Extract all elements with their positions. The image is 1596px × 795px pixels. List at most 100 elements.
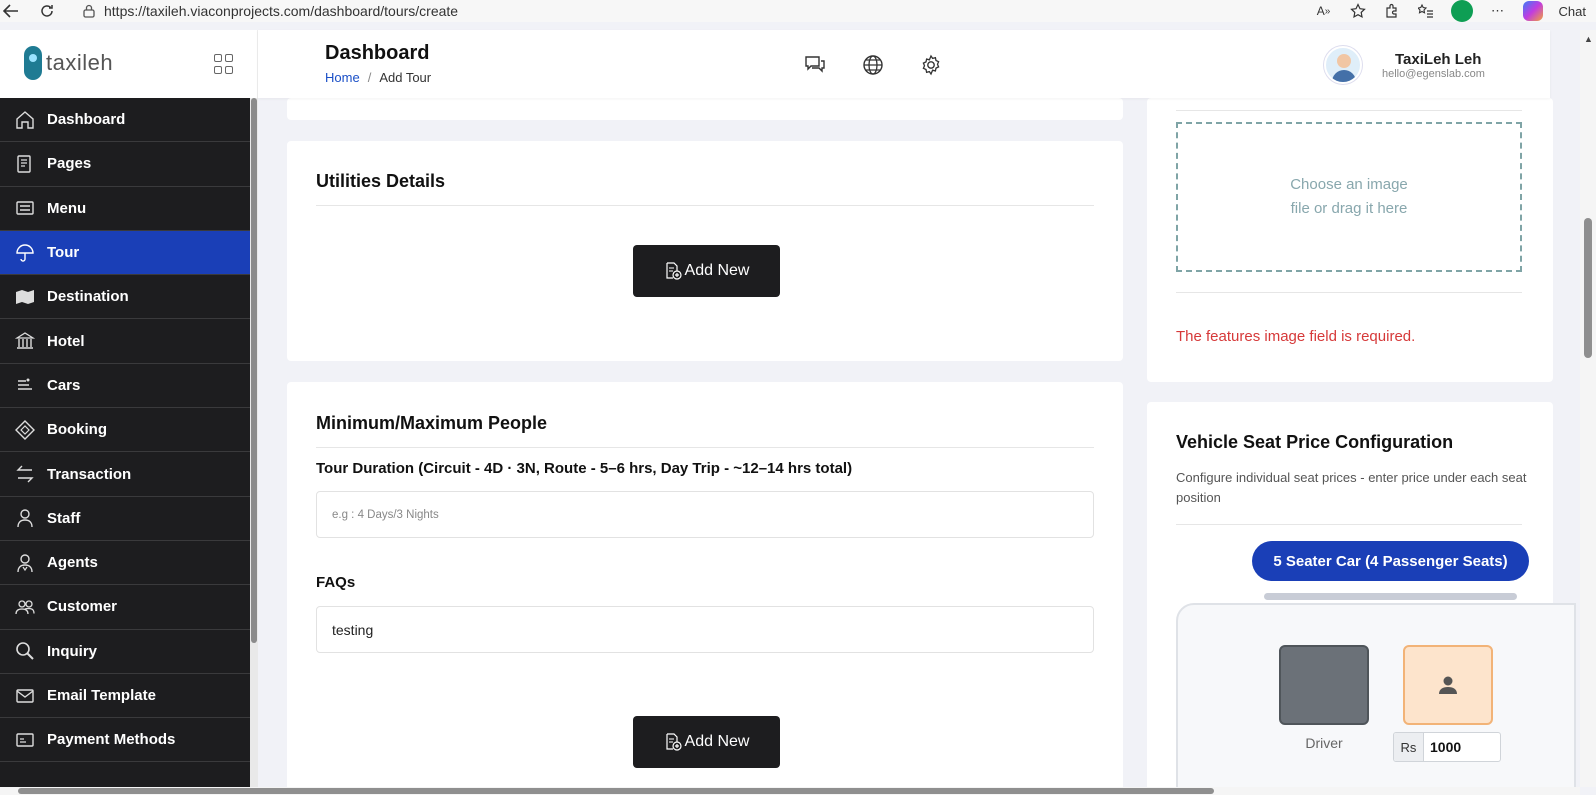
logo-text: taxileh (46, 50, 114, 75)
page-vertical-scrollbar[interactable]: ▲ (1580, 30, 1596, 787)
person-icon (1439, 676, 1457, 694)
read-aloud-icon[interactable]: A» (1315, 2, 1333, 20)
car-type-scrollbar[interactable] (1264, 593, 1517, 600)
breadcrumb-current: Add Tour (379, 70, 432, 85)
search-icon (14, 640, 36, 662)
breadcrumb-home-link[interactable]: Home (325, 70, 360, 85)
price-prefix: Rs (1394, 733, 1424, 761)
page-horizontal-scrollbar[interactable] (0, 787, 1580, 795)
booking-icon (14, 419, 36, 441)
sidebar-item-label: Payment Methods (47, 731, 176, 749)
umbrella-icon (14, 242, 36, 264)
tour-duration-label: Tour Duration (Circuit - 4D · 3N, Route … (316, 460, 853, 477)
pages-icon (14, 153, 36, 175)
logo[interactable]: taxileh (24, 46, 113, 80)
vertical-scroll-thumb[interactable] (1584, 218, 1592, 358)
driver-label: Driver (1305, 735, 1343, 751)
avatar[interactable] (1324, 46, 1362, 84)
passenger-seat[interactable] (1403, 645, 1493, 725)
staff-icon (14, 507, 36, 529)
header-icons (804, 54, 942, 76)
sidebar-item-label: Customer (47, 598, 118, 616)
logo-mark-icon (24, 46, 42, 80)
faqs-input[interactable]: testing (316, 606, 1094, 653)
people-divider (316, 447, 1094, 448)
car-type-button[interactable]: 5 Seater Car (4 Passenger Seats) (1252, 541, 1529, 581)
utilities-add-new-button[interactable]: Add New (633, 245, 780, 297)
dropzone-line-2: file or drag it here (1290, 200, 1408, 217)
more-options-icon[interactable]: ⋯ (1489, 2, 1507, 20)
top-header: Dashboard Home / Add Tour TaxiLeh Leh he… (258, 30, 1550, 98)
vehicle-config-card: Vehicle Seat Price Configuration Configu… (1147, 402, 1576, 795)
sidebar-item-label: Agents (47, 554, 98, 572)
sidebar-item-hotel[interactable]: Hotel (0, 319, 258, 364)
back-arrow-icon[interactable] (0, 0, 22, 22)
user-profile[interactable]: TaxiLeh Leh hello@egenslab.com (1324, 46, 1485, 84)
sidebar-item-booking[interactable]: Booking (0, 408, 258, 453)
bank-icon (14, 330, 36, 352)
scroll-up-arrow-icon[interactable]: ▲ (1584, 34, 1593, 44)
home-icon (14, 109, 36, 131)
sidebar-item-label: Staff (47, 509, 81, 527)
utilities-add-new-label: Add New (684, 262, 750, 279)
extension-badge-icon[interactable] (1450, 0, 1473, 22)
map-icon (14, 286, 36, 308)
browser-actions: A» ⋯ Chat (1315, 0, 1596, 22)
add-document-icon (664, 733, 682, 751)
sidebar-item-agents[interactable]: Agents (0, 541, 258, 586)
vehicle-divider (1176, 524, 1522, 525)
refresh-icon[interactable] (36, 0, 58, 22)
add-document-icon (664, 262, 682, 280)
sidebar-item-destination[interactable]: Destination (0, 275, 258, 320)
people-card: Minimum/Maximum People Tour Duration (Ci… (287, 382, 1123, 795)
sidebar-item-label: Hotel (47, 332, 85, 350)
people-add-new-button[interactable]: Add New (633, 716, 780, 768)
utilities-card: Utilities Details Add New (287, 141, 1123, 361)
globe-icon[interactable] (862, 54, 884, 76)
site-info-icon[interactable] (82, 4, 96, 18)
chat-label[interactable]: Chat (1559, 4, 1586, 19)
image-dropzone[interactable]: Choose an image file or drag it here (1176, 122, 1522, 272)
horizontal-scroll-thumb[interactable] (18, 788, 1214, 794)
sidebar-item-dashboard[interactable]: Dashboard (0, 98, 258, 143)
sidebar-item-email-template[interactable]: Email Template (0, 674, 258, 719)
sidebar-header: taxileh (0, 30, 258, 98)
seat-price-input[interactable]: 1000 (1424, 733, 1500, 761)
settings-gear-icon[interactable] (920, 54, 942, 76)
vehicle-title: Vehicle Seat Price Configuration (1176, 432, 1454, 452)
sidebar-item-staff[interactable]: Staff (0, 497, 258, 541)
sidebar-item-tour[interactable]: Tour (0, 230, 258, 276)
seat-layout: Driver Rs 1000 (1176, 603, 1576, 795)
copilot-icon[interactable] (1522, 1, 1543, 21)
sidebar-item-transaction[interactable]: Transaction (0, 452, 258, 497)
people-title: Minimum/Maximum People (316, 413, 548, 433)
image-top-divider (1176, 110, 1522, 111)
sidebar-item-label: Email Template (47, 687, 156, 704)
featured-image-card: Choose an image file or drag it here The… (1147, 98, 1553, 382)
page-title: Dashboard (325, 42, 430, 64)
favorite-star-icon[interactable] (1349, 2, 1367, 20)
sidebar-item-cars[interactable]: Cars (0, 364, 258, 409)
driver-seat (1279, 645, 1369, 725)
sidebar-item-inquiry[interactable]: Inquiry (0, 630, 258, 674)
favorites-list-icon[interactable] (1417, 2, 1435, 20)
sidebar-item-payment-methods[interactable]: Payment Methods (0, 718, 258, 763)
tour-duration-input[interactable]: e.g : 4 Days/3 Nights (316, 491, 1094, 538)
sidebar-item-customer[interactable]: Customer (0, 585, 258, 630)
address-bar[interactable]: https://taxileh.viaconprojects.com/dashb… (72, 0, 1372, 22)
chat-bubbles-icon[interactable] (804, 54, 826, 76)
extensions-icon[interactable] (1383, 2, 1401, 20)
agent-icon (14, 552, 36, 574)
utilities-divider (316, 205, 1094, 206)
sidebar-item-label: Inquiry (47, 642, 98, 660)
sidebar-scrollbar[interactable] (250, 98, 258, 795)
sidebar-item-pages[interactable]: Pages (0, 142, 258, 187)
user-name: TaxiLeh Leh (1395, 50, 1482, 68)
sidebar-toggle-grid-icon[interactable] (214, 54, 234, 74)
sidebar-item-menu[interactable]: Menu (0, 187, 258, 231)
seat-price-field[interactable]: Rs 1000 (1393, 732, 1501, 762)
sidebar-menu: Dashboard Pages Menu Tour Destination Hotel Ca… (0, 98, 258, 763)
breadcrumb: Home / Add Tour (325, 70, 431, 85)
image-bottom-divider (1176, 292, 1522, 293)
sidebar-item-label: Destination (47, 288, 129, 306)
